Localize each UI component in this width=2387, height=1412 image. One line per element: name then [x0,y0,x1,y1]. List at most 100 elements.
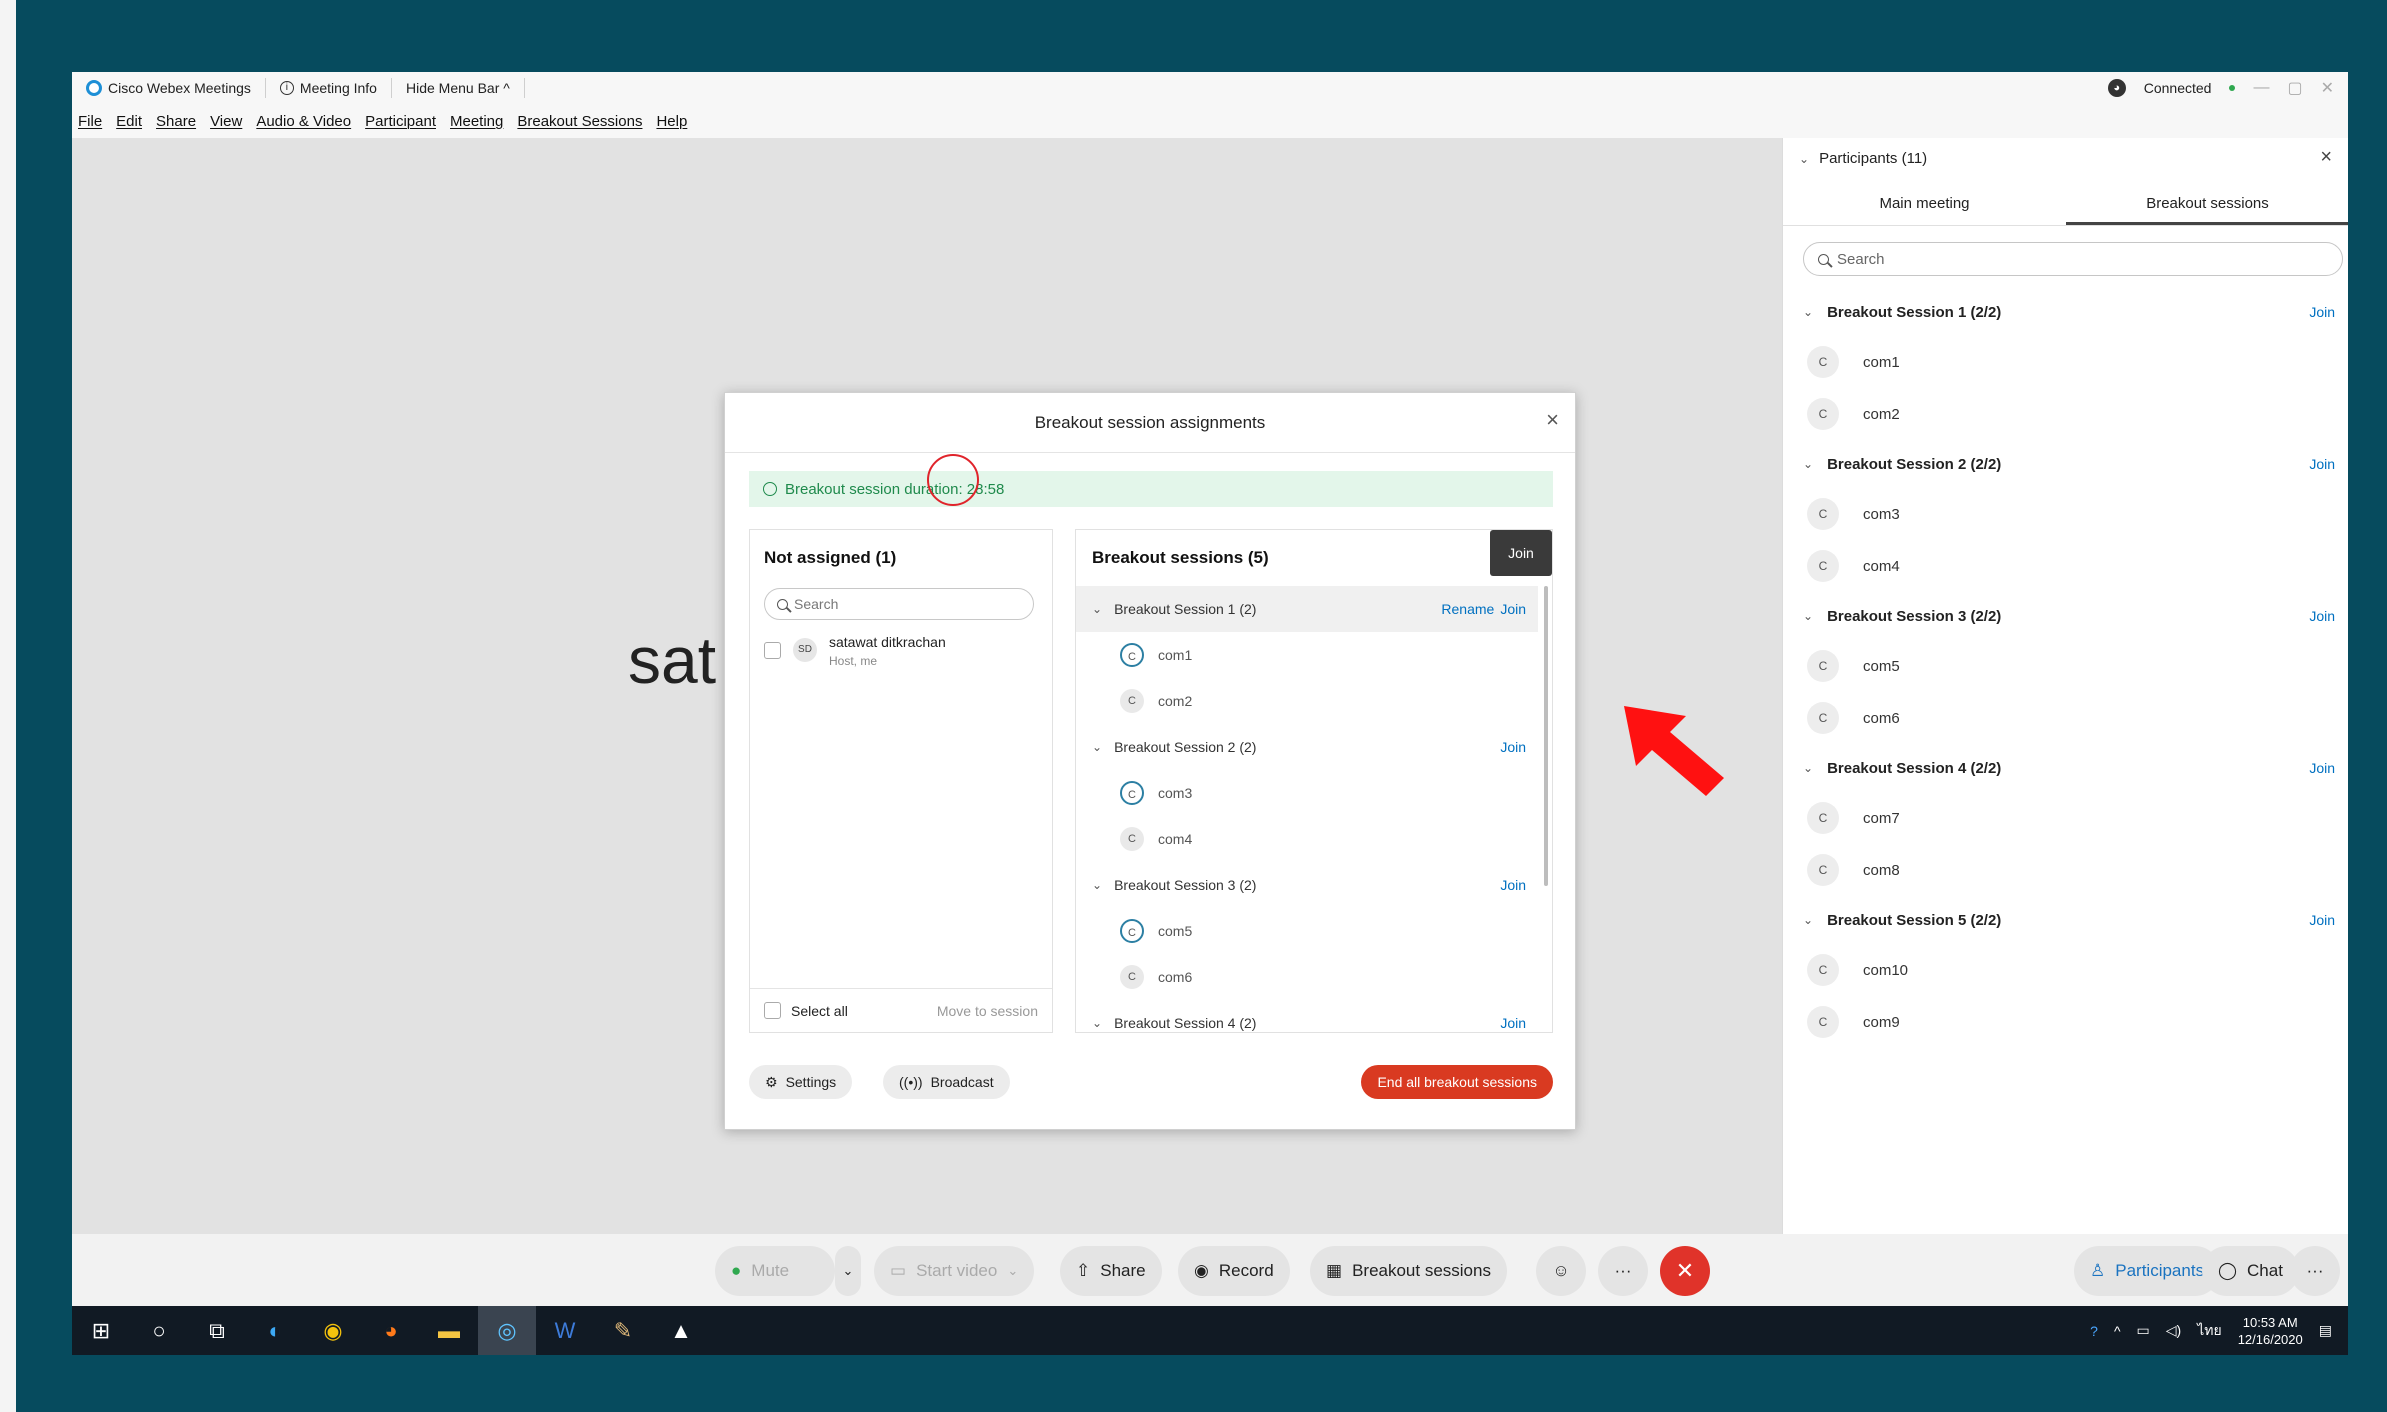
system-clock[interactable]: 10:53 AM 12/16/2020 [2238,1314,2303,1348]
not-assigned-search-input[interactable]: Search [764,588,1034,620]
more-options-button[interactable]: ··· [1598,1246,1648,1296]
user-checkbox[interactable] [764,642,781,659]
pp-session-5[interactable]: ⌄ Breakout Session 5 (2/2) Join [1783,896,2348,944]
pp-join-session-5[interactable]: Join [2309,912,2335,928]
task-view-icon[interactable]: ⧉ [188,1306,246,1355]
list-item[interactable]: Ccom9 [1783,996,2348,1048]
language-indicator[interactable]: ไทย [2197,1320,2221,1342]
end-all-sessions-button[interactable]: End all breakout sessions [1361,1065,1553,1099]
meeting-info-button[interactable]: i Meeting Info [266,78,392,98]
list-item[interactable]: Ccom4 [1783,540,2348,592]
list-item[interactable]: Ccom10 [1783,944,2348,996]
reactions-button[interactable]: ☺ [1536,1246,1586,1296]
search-circle-icon[interactable]: ○ [130,1306,188,1355]
list-item[interactable]: Ccom7 [1783,792,2348,844]
close-dialog-button[interactable]: × [1546,407,1559,433]
menu-audio-video[interactable]: Audio & Video [256,113,351,130]
move-to-session-button[interactable]: Move to session [937,1003,1038,1019]
settings-button[interactable]: ⚙ Settings [749,1065,853,1099]
rename-session-1-button[interactable]: Rename [1441,601,1494,617]
pp-join-session-3[interactable]: Join [2309,608,2335,624]
participants-tabs: Main meeting Breakout sessions [1783,182,2348,226]
list-item[interactable]: Ccom6 [1076,954,1538,1000]
list-item[interactable]: Ccom3 [1783,488,2348,540]
firefox-browser-icon[interactable]: ◕ [362,1306,420,1355]
panel-more-button[interactable]: ··· [2290,1246,2340,1296]
join-session-4-button[interactable]: Join [1500,1015,1526,1031]
network-icon[interactable]: ▭ [2137,1322,2150,1339]
pp-session-1[interactable]: ⌄ Breakout Session 1 (2/2) Join [1783,288,2348,336]
pp-join-session-2[interactable]: Join [2309,456,2335,472]
join-session-1-button[interactable]: Join [1500,601,1526,617]
windows-start-icon[interactable]: ⊞ [72,1306,130,1355]
word-icon[interactable]: W [536,1306,594,1355]
menu-edit[interactable]: Edit [116,113,142,130]
menu-help[interactable]: Help [656,113,687,130]
help-icon[interactable]: ? [2090,1323,2098,1339]
chat-toggle-button[interactable]: ◯ Chat [2202,1246,2299,1296]
list-item[interactable]: Ccom5 [1076,908,1538,954]
list-item[interactable]: Ccom1 [1076,632,1538,678]
close-window-button[interactable]: ✕ [2321,78,2334,98]
list-item[interactable]: Ccom2 [1076,678,1538,724]
session-list-scrollbar[interactable] [1544,586,1548,886]
chrome-browser-icon[interactable]: ◉ [304,1306,362,1355]
list-item[interactable]: Ccom6 [1783,692,2348,744]
menu-participant[interactable]: Participant [365,113,436,130]
join-session-3-button[interactable]: Join [1500,877,1526,893]
tab-breakout-sessions[interactable]: Breakout sessions [2066,182,2348,225]
list-item[interactable]: Ccom5 [1783,640,2348,692]
start-video-button[interactable]: ▭ Start video ⌄ [874,1246,1035,1296]
participants-search-input[interactable]: Search [1803,242,2343,276]
mute-button[interactable]: ● Mute [715,1246,835,1296]
menu-file[interactable]: File [78,113,102,130]
select-all-label[interactable]: Select all [791,1003,848,1019]
dialog-session-4[interactable]: ⌄ Breakout Session 4 (2) Join [1076,1000,1538,1032]
select-all-checkbox[interactable] [764,1002,781,1019]
list-item[interactable]: Ccom1 [1783,336,2348,388]
webex-taskbar-icon[interactable]: ◎ [478,1306,536,1355]
participants-toggle-button[interactable]: ♙ Participants [2074,1246,2221,1296]
list-item[interactable]: Ccom8 [1783,844,2348,896]
tab-main-meeting[interactable]: Main meeting [1783,182,2066,225]
chevron-up-icon[interactable]: ^ [2114,1323,2121,1339]
participants-panel-header[interactable]: ⌄ Participants (11) [1799,150,1927,167]
list-item[interactable]: Ccom3 [1076,770,1538,816]
session-actions: Join [1500,877,1526,893]
avatar: C [1807,398,1839,430]
file-explorer-icon[interactable]: ▬ [420,1306,478,1355]
list-item[interactable]: Ccom2 [1783,388,2348,440]
dialog-session-3[interactable]: ⌄ Breakout Session 3 (2) Join [1076,862,1538,908]
menu-breakout-sessions[interactable]: Breakout Sessions [517,113,642,130]
hide-menu-bar-button[interactable]: Hide Menu Bar ^ [392,78,525,98]
audio-options-dropdown[interactable]: ⌄ [835,1246,861,1296]
breakout-sessions-button[interactable]: ▦ Breakout sessions [1310,1246,1507,1296]
share-button[interactable]: ⇧ Share [1060,1246,1162,1296]
minimize-button[interactable]: — [2253,79,2269,97]
menu-share[interactable]: Share [156,113,196,130]
paint-icon[interactable]: ✎ [594,1306,652,1355]
list-item[interactable]: Ccom4 [1076,816,1538,862]
record-button[interactable]: ◉ Record [1178,1246,1290,1296]
maximize-button[interactable]: ▢ [2287,78,2302,98]
photos-icon[interactable]: ▲ [652,1306,710,1355]
pp-session-3[interactable]: ⌄ Breakout Session 3 (2/2) Join [1783,592,2348,640]
dialog-session-2[interactable]: ⌄ Breakout Session 2 (2) Join [1076,724,1538,770]
breakout-sessions-title: Breakout sessions (5) [1092,548,1269,567]
not-assigned-user-row[interactable]: SD satawat ditkrachan Host, me [764,634,946,668]
edge-browser-icon[interactable]: ◐ [246,1306,304,1355]
end-meeting-button[interactable]: ✕ [1660,1246,1710,1296]
participants-title: Participants (11) [1819,150,1928,167]
close-panel-button[interactable]: × [2320,146,2332,169]
pp-join-session-1[interactable]: Join [2309,304,2335,320]
menu-meeting[interactable]: Meeting [450,113,503,130]
join-session-2-button[interactable]: Join [1500,739,1526,755]
volume-icon[interactable]: ◁) [2166,1322,2181,1339]
pp-join-session-4[interactable]: Join [2309,760,2335,776]
dialog-session-1[interactable]: ⌄ Breakout Session 1 (2) Rename Join [1076,586,1538,632]
broadcast-button[interactable]: ((•)) Broadcast [883,1065,1010,1099]
pp-session-4[interactable]: ⌄ Breakout Session 4 (2/2) Join [1783,744,2348,792]
menu-view[interactable]: View [210,113,242,130]
pp-session-2[interactable]: ⌄ Breakout Session 2 (2/2) Join [1783,440,2348,488]
notification-icon[interactable]: ▤ [2319,1322,2332,1339]
